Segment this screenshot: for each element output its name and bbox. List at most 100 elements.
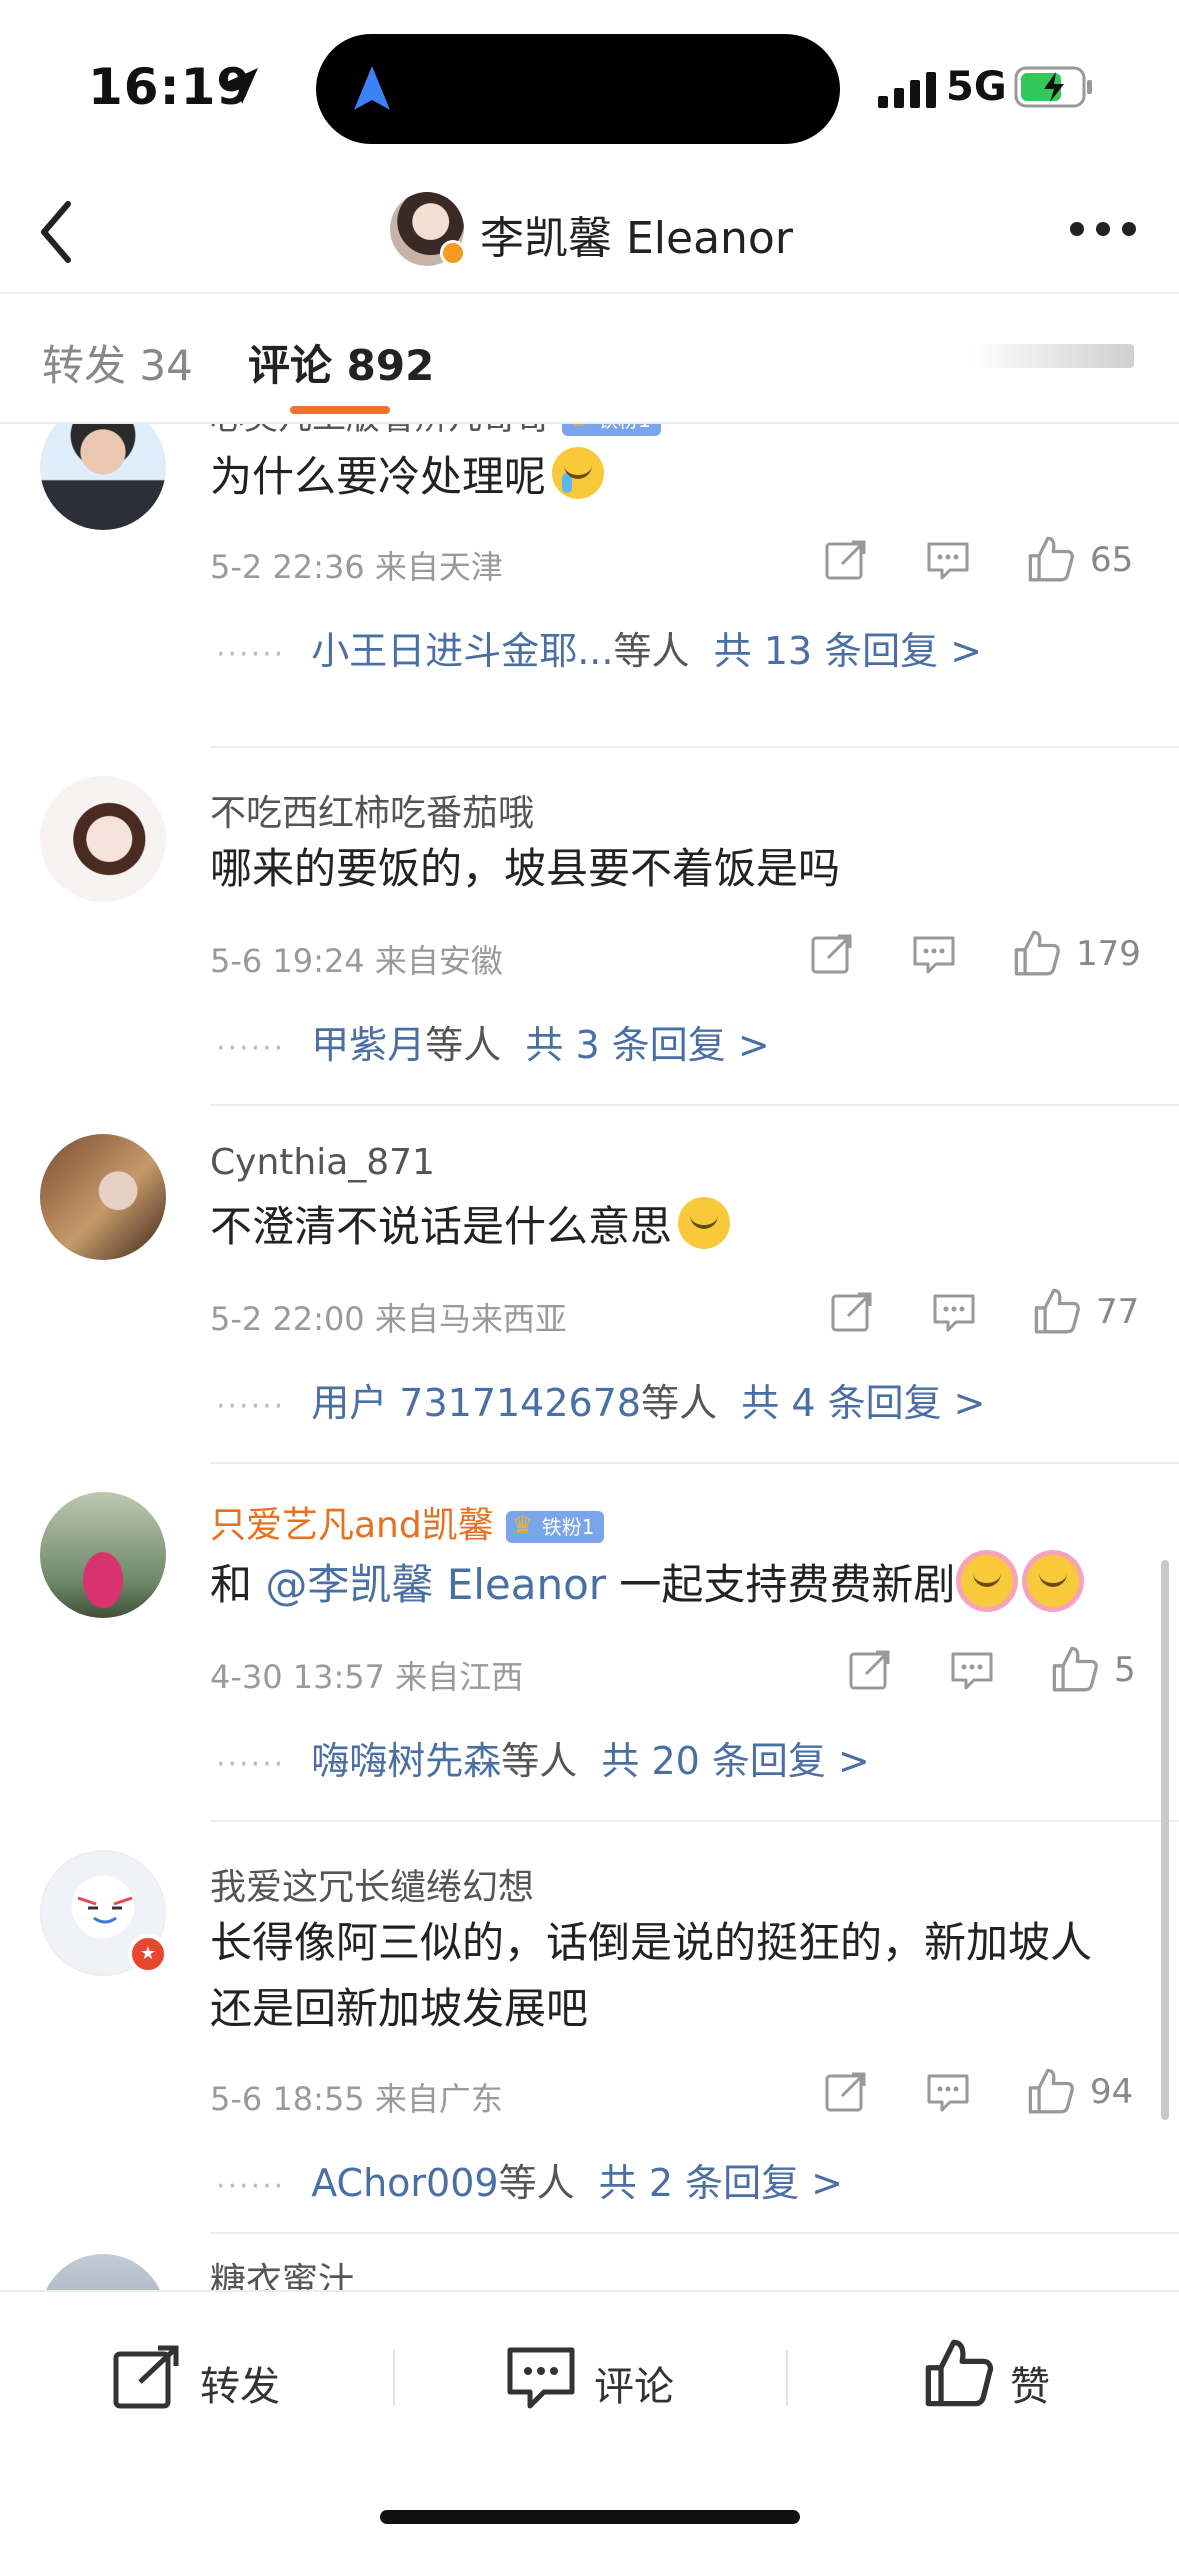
tab-repost[interactable]: 转发 34 — [42, 332, 193, 393]
like-count: 179 — [1076, 934, 1141, 974]
signal-icon — [878, 72, 936, 108]
avatar[interactable] — [40, 1492, 166, 1618]
comment-meta: 5-6 18:55 来自广东 — [210, 2080, 503, 2118]
reply-users: 甲紫月 — [311, 1023, 426, 1067]
reply-total-link[interactable]: 共 13 条回复 > — [714, 629, 982, 673]
more-options-icon[interactable] — [1068, 218, 1138, 240]
reply-total-link[interactable]: 共 20 条回复 > — [601, 1739, 869, 1783]
comment-author-name: 只爱艺凡and凯馨 — [210, 1505, 494, 1546]
like-label: 赞 — [1010, 2364, 1050, 2410]
like-count: 65 — [1090, 540, 1134, 580]
reply-icon[interactable] — [926, 538, 970, 582]
reply-etc: 等人 — [498, 2161, 575, 2205]
flower-face-emoji-icon — [961, 1555, 1014, 1607]
share-icon[interactable] — [830, 1290, 874, 1334]
battery-icon — [1014, 66, 1092, 108]
reply-summary[interactable]: ······ 嗨嗨树先森等人 共 20 条回复 > — [216, 1730, 870, 1785]
like-icon[interactable] — [1032, 1286, 1080, 1334]
verified-badge-icon — [440, 240, 466, 266]
comment-item: 不吃西红柿吃番茄哦 哪来的要饭的，坡县要不着饭是吗 5-6 19:24 来自安徽… — [0, 748, 1179, 1106]
comment-text-prefix: 和 — [210, 1560, 266, 1609]
comment-icon — [507, 2347, 575, 2409]
comment-text-content: 不澄清不说话是什么意思 — [210, 1202, 673, 1251]
comment-item: ★ 我爱这冗长缱绻幻想 长得像阿三似的，话倒是说的挺狂的，新加坡人还是回新加坡发… — [0, 1822, 1179, 2234]
like-count: 5 — [1114, 1650, 1136, 1690]
like-icon[interactable] — [1026, 534, 1074, 582]
comment-text: 为什么要冷处理呢 — [210, 444, 1140, 510]
avatar[interactable] — [40, 776, 166, 902]
reply-total-link[interactable]: 共 2 条回复 > — [599, 2161, 843, 2205]
reply-summary[interactable]: ······ 小王日进斗金耶...等人 共 13 条回复 > — [216, 620, 982, 675]
tab-bar: 转发 34 评论 892 — [0, 296, 1179, 424]
comment-author-name[interactable]: Cynthia_871 — [210, 1142, 435, 1183]
nav-header: 李凯馨 Eleanor — [0, 170, 1179, 294]
reply-users: AChor009 — [311, 2161, 499, 2205]
like-icon[interactable] — [1026, 2066, 1074, 2114]
cartoon-face-icon — [77, 1896, 133, 1924]
reply-icon[interactable] — [912, 932, 956, 976]
reply-etc: 等人 — [613, 629, 690, 673]
home-indicator[interactable] — [380, 2510, 800, 2524]
avatar[interactable] — [40, 1134, 166, 1260]
like-icon — [925, 2339, 994, 2407]
reply-summary[interactable]: ······ 用户 7317142678等人 共 4 条回复 > — [216, 1372, 986, 1427]
comment-text: 哪来的要饭的，坡县要不着饭是吗 — [210, 844, 841, 893]
comment-author[interactable]: 只爱艺凡and凯馨铁粉1 — [210, 1496, 605, 1548]
comment-text-content: 为什么要冷处理呢 — [210, 452, 547, 501]
reply-summary[interactable]: ······ 甲紫月等人 共 3 条回复 > — [216, 1014, 770, 1069]
reply-icon[interactable] — [950, 1648, 994, 1692]
divider — [393, 2350, 395, 2406]
tab-comment[interactable]: 评论 892 — [248, 332, 434, 393]
like-icon[interactable] — [1050, 1644, 1098, 1692]
user-level-badge-icon: ★ — [128, 1934, 168, 1974]
comment-item: 糖衣蜜汁 — [0, 2234, 1179, 2292]
comment-author-name: 心美几工版看辨几哥哥 — [210, 424, 550, 438]
like-button[interactable]: 赞 — [922, 2339, 1082, 2422]
comment-author-name[interactable]: 糖衣蜜汁 — [210, 2252, 354, 2292]
comment-list: 心美几工版看辨几哥哥铁粉1 为什么要冷处理呢 5-2 22:36 来自天津 65… — [0, 424, 1179, 2292]
comment-item: Cynthia_871 不澄清不说话是什么意思 5-2 22:00 来自马来西亚… — [0, 1106, 1179, 1464]
fan-badge: 铁粉1 — [562, 424, 661, 436]
scrollbar[interactable] — [1161, 1560, 1169, 2120]
like-count: 77 — [1096, 1292, 1140, 1332]
status-bar: 16:19 5G — [0, 0, 1179, 170]
reply-total-link[interactable]: 共 4 条回复 > — [741, 1381, 985, 1425]
author-name[interactable]: 李凯馨 Eleanor — [480, 202, 793, 266]
avatar[interactable] — [40, 424, 166, 530]
share-icon[interactable] — [810, 932, 854, 976]
comment-text: 和 @李凯馨 Eleanor 一起支持费费新剧 — [210, 1552, 1140, 1618]
network-type: 5G — [946, 64, 1007, 110]
comment-author-name[interactable]: 不吃西红柿吃番茄哦 — [210, 784, 534, 836]
like-icon[interactable] — [1012, 928, 1060, 976]
comment-meta: 4-30 13:57 来自江西 — [210, 1658, 524, 1696]
tab-like-blurred[interactable] — [970, 344, 1134, 368]
fan-badge: 铁粉1 — [505, 1509, 605, 1543]
reply-icon[interactable] — [926, 2070, 970, 2114]
share-icon[interactable] — [824, 2070, 868, 2114]
comment-item: 只爱艺凡and凯馨铁粉1 和 @李凯馨 Eleanor 一起支持费费新剧 4-3… — [0, 1464, 1179, 1822]
mention-link[interactable]: @李凯馨 Eleanor — [265, 1560, 606, 1609]
share-icon[interactable] — [848, 1648, 892, 1692]
comment-text: 不澄清不说话是什么意思 — [210, 1194, 1140, 1260]
reply-icon[interactable] — [932, 1290, 976, 1334]
reply-etc: 等人 — [641, 1381, 718, 1425]
avatar[interactable] — [40, 2254, 166, 2292]
comment-text: 长得像阿三似的，话倒是说的挺狂的，新加坡人还是回新加坡发展吧 — [210, 1918, 1093, 2033]
dynamic-island — [316, 34, 840, 144]
flower-face-emoji-icon — [1027, 1555, 1080, 1607]
reply-etc: 等人 — [501, 1739, 578, 1783]
crying-face-emoji-icon — [552, 447, 605, 499]
navigation-arrow-icon — [354, 66, 390, 110]
reply-users: 小王日进斗金耶... — [311, 629, 614, 673]
share-icon[interactable] — [824, 538, 868, 582]
repost-button[interactable]: 转发 — [112, 2342, 312, 2422]
comment-author-name[interactable]: 我爱这冗长缱绻幻想 — [210, 1858, 534, 1910]
comment-label: 评论 — [594, 2364, 674, 2410]
divider — [786, 2350, 788, 2406]
reply-total-link[interactable]: 共 3 条回复 > — [525, 1023, 769, 1067]
reply-summary[interactable]: ······ AChor009等人 共 2 条回复 > — [216, 2152, 843, 2207]
comment-button[interactable]: 评论 — [506, 2342, 706, 2422]
back-icon[interactable] — [30, 194, 90, 270]
comment-meta: 5-6 19:24 来自安徽 — [210, 942, 503, 980]
comment-author[interactable]: 心美几工版看辨几哥哥铁粉1 — [210, 424, 661, 439]
